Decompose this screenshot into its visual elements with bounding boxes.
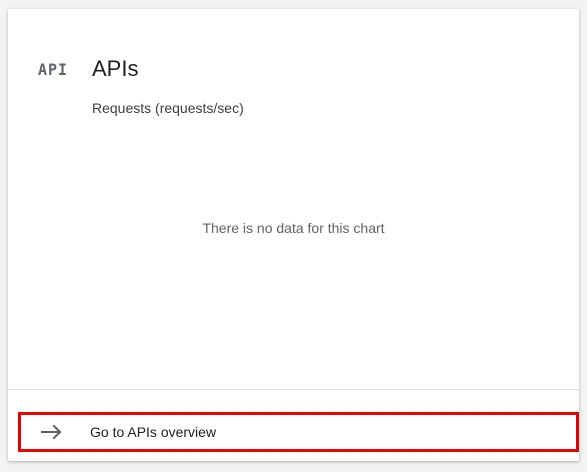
apis-card: API APIs Requests (requests/sec) There i… xyxy=(8,9,579,461)
no-data-message: There is no data for this chart xyxy=(202,220,385,236)
overview-link-label: Go to APIs overview xyxy=(90,424,217,440)
card-title: APIs xyxy=(92,56,139,81)
chart-area: There is no data for this chart xyxy=(8,139,579,389)
go-to-apis-overview-link[interactable]: Go to APIs overview xyxy=(18,412,579,452)
api-icon: API xyxy=(38,60,69,80)
arrow-forward-icon xyxy=(41,424,62,440)
card-footer: Go to APIs overview xyxy=(8,389,579,461)
card-header: API APIs Requests (requests/sec) xyxy=(8,9,579,119)
chart-subtitle: Requests (requests/sec) xyxy=(92,100,244,116)
